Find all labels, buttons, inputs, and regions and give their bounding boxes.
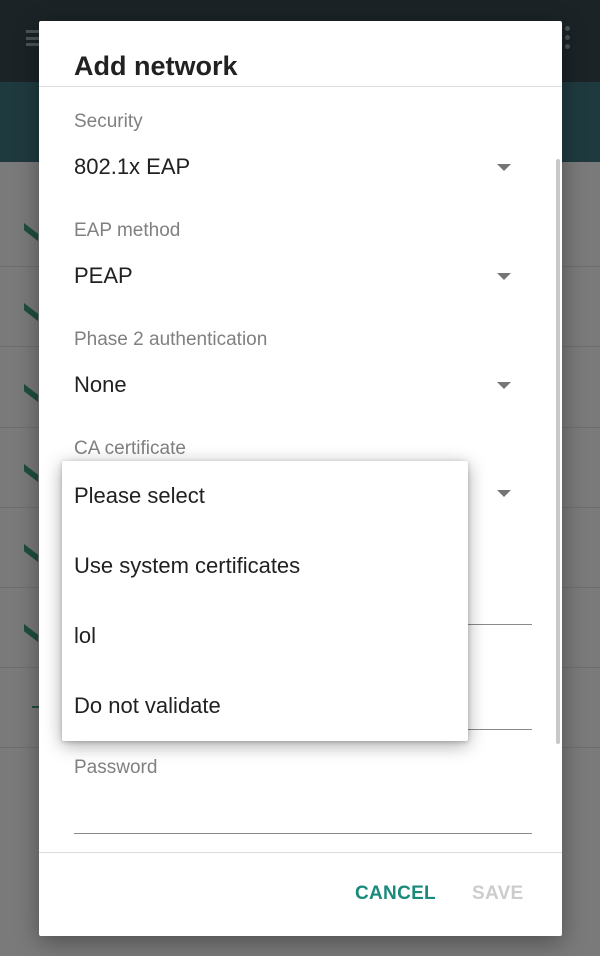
- eap-method-spinner[interactable]: PEAP: [74, 257, 514, 297]
- dropdown-arrow-icon: [497, 273, 511, 280]
- wifi-signal-icon: [24, 223, 38, 241]
- wifi-signal-icon: [24, 384, 38, 402]
- phase2-spinner[interactable]: None: [74, 366, 514, 406]
- dropdown-item-label: Please select: [74, 483, 205, 508]
- dropdown-item-please-select[interactable]: Please select: [62, 461, 468, 531]
- cancel-button[interactable]: CANCEL: [355, 883, 436, 905]
- save-button[interactable]: SAVE: [472, 883, 524, 905]
- password-underline: [74, 833, 532, 834]
- button-divider: [39, 852, 562, 853]
- eap-method-value: PEAP: [74, 263, 133, 288]
- dropdown-item-lol[interactable]: lol: [62, 601, 468, 671]
- dropdown-item-label: Use system certificates: [74, 553, 301, 578]
- dropdown-arrow-icon: [497, 382, 511, 389]
- overflow-menu-icon: [564, 26, 572, 52]
- security-label: Security: [74, 111, 143, 132]
- security-value: 802.1x EAP: [74, 154, 191, 179]
- phase2-label: Phase 2 authentication: [74, 329, 268, 350]
- wifi-signal-icon: [24, 544, 38, 562]
- password-label: Password: [74, 757, 158, 778]
- wifi-signal-icon: [24, 464, 38, 482]
- dropdown-item-do-not-validate[interactable]: Do not validate: [62, 671, 468, 741]
- dropdown-arrow-icon: [497, 490, 511, 497]
- dropdown-arrow-icon: [497, 164, 511, 171]
- wifi-signal-icon: [24, 303, 38, 321]
- scrollbar[interactable]: [556, 159, 560, 744]
- security-spinner[interactable]: 802.1x EAP: [74, 148, 514, 188]
- password-field[interactable]: [74, 789, 532, 833]
- title-divider: [39, 86, 562, 87]
- ca-certificate-label: CA certificate: [74, 438, 186, 459]
- dropdown-item-label: Do not validate: [74, 693, 221, 718]
- ca-certificate-dropdown: Please select Use system certificates lo…: [62, 461, 468, 741]
- phase2-value: None: [74, 372, 127, 397]
- dropdown-item-use-system-certificates[interactable]: Use system certificates: [62, 531, 468, 601]
- eap-method-label: EAP method: [74, 220, 181, 241]
- dropdown-item-label: lol: [74, 623, 97, 648]
- wifi-signal-icon: [24, 624, 38, 642]
- dialog-title: Add network: [74, 51, 238, 81]
